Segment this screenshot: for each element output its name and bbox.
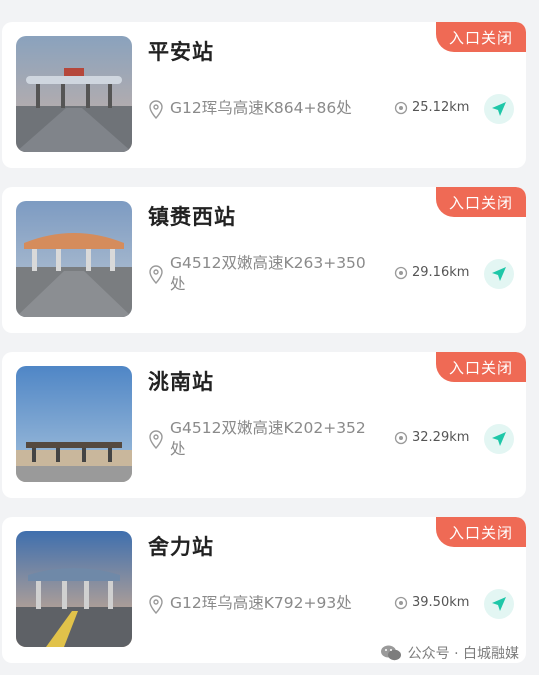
address-text: G12珲乌高速K792+93处 xyxy=(170,594,352,612)
station-card[interactable]: 镇赉西站 入口关闭 G4512双嫩高速K263+350处 29.16km xyxy=(2,187,526,333)
station-name: 镇赉西站 xyxy=(148,205,236,229)
address-text: G4512双嫩高速K263+350处 xyxy=(170,254,366,293)
distance-text: 32.29km xyxy=(412,430,470,445)
station-photo xyxy=(16,36,132,152)
station-photo xyxy=(16,201,132,317)
address-text: G4512双嫩高速K202+352处 xyxy=(170,419,366,458)
distance: 32.29km xyxy=(394,430,469,445)
distance-text: 39.50km xyxy=(412,595,470,610)
station-photo xyxy=(16,366,132,482)
distance-text: 25.12km xyxy=(412,100,470,115)
station-name: 舍力站 xyxy=(148,535,214,559)
navigation-arrow-icon xyxy=(492,432,506,446)
location-pin-icon xyxy=(149,100,163,120)
distance: 29.16km xyxy=(394,265,469,280)
status-badge: 入口关闭 xyxy=(436,352,526,382)
distance-icon xyxy=(394,101,408,114)
navigation-arrow-icon xyxy=(492,597,506,611)
distance: 25.12km xyxy=(394,100,469,115)
distance-text: 29.16km xyxy=(412,265,470,280)
station-address: G12珲乌高速K792+93处 xyxy=(148,593,378,615)
status-badge: 入口关闭 xyxy=(436,517,526,547)
navigate-button[interactable] xyxy=(484,259,514,289)
station-card[interactable]: 舍力站 入口关闭 G12珲乌高速K792+93处 39.50km xyxy=(2,517,526,663)
navigation-arrow-icon xyxy=(492,102,506,116)
wechat-icon xyxy=(380,645,401,661)
station-name: 平安站 xyxy=(148,40,214,64)
distance: 39.50km xyxy=(394,595,469,610)
station-photo xyxy=(16,531,132,647)
navigate-button[interactable] xyxy=(484,94,514,124)
location-pin-icon xyxy=(149,265,163,285)
status-badge: 入口关闭 xyxy=(436,22,526,52)
location-pin-icon xyxy=(149,430,163,450)
navigate-button[interactable] xyxy=(484,424,514,454)
address-text: G12珲乌高速K864+86处 xyxy=(170,99,352,117)
navigation-arrow-icon xyxy=(492,267,506,281)
status-badge: 入口关闭 xyxy=(436,187,526,217)
navigate-button[interactable] xyxy=(484,589,514,619)
location-pin-icon xyxy=(149,595,163,615)
distance-icon xyxy=(394,596,408,609)
station-address: G4512双嫩高速K202+352处 xyxy=(148,418,378,460)
station-name: 洮南站 xyxy=(148,370,214,394)
distance-icon xyxy=(394,431,408,444)
distance-icon xyxy=(394,266,408,279)
station-address: G12珲乌高速K864+86处 xyxy=(148,98,378,120)
watermark: 公众号 · 白城融媒 xyxy=(380,643,519,663)
station-address: G4512双嫩高速K263+350处 xyxy=(148,253,378,295)
station-card[interactable]: 平安站 入口关闭 G12珲乌高速K864+86处 25.12km xyxy=(2,22,526,168)
station-card[interactable]: 洮南站 入口关闭 G4512双嫩高速K202+352处 32.29km xyxy=(2,352,526,498)
watermark-text: 公众号 · 白城融媒 xyxy=(407,646,519,662)
